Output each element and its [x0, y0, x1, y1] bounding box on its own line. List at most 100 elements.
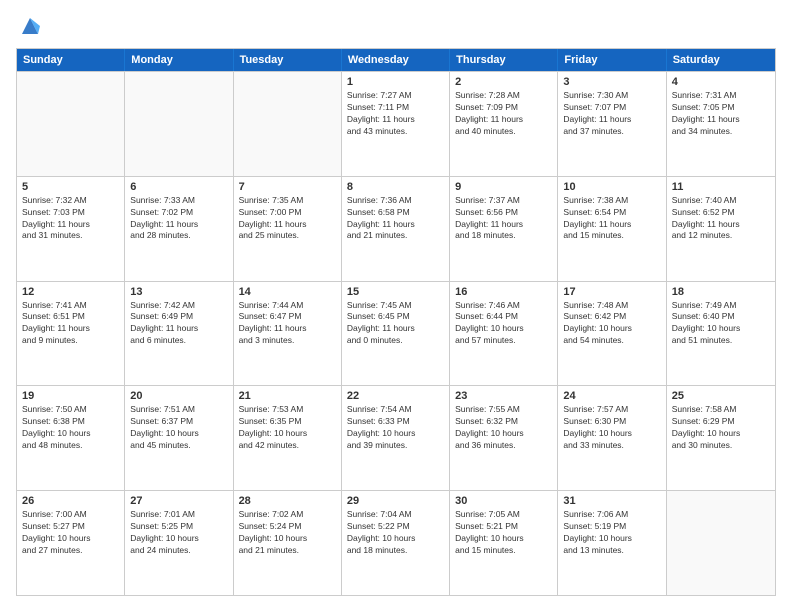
day-number: 14 [239, 286, 336, 298]
header-day-saturday: Saturday [667, 49, 775, 71]
cell-info: Sunrise: 7:50 AM Sunset: 6:38 PM Dayligh… [22, 404, 119, 452]
day-cell-3: 3 Sunrise: 7:30 AM Sunset: 7:07 PM Daylig… [558, 72, 666, 176]
empty-cell [667, 491, 775, 595]
cell-info: Sunrise: 7:58 AM Sunset: 6:29 PM Dayligh… [672, 404, 770, 452]
calendar-row-4: 19 Sunrise: 7:50 AM Sunset: 6:38 PM Dayli… [17, 385, 775, 490]
cell-info: Sunrise: 7:38 AM Sunset: 6:54 PM Dayligh… [563, 195, 660, 243]
day-cell-28: 28 Sunrise: 7:02 AM Sunset: 5:24 PM Dayli… [234, 491, 342, 595]
cell-info: Sunrise: 7:53 AM Sunset: 6:35 PM Dayligh… [239, 404, 336, 452]
day-cell-7: 7Sunrise: 7:35 AM Sunset: 7:00 PM Daylig… [234, 177, 342, 281]
day-number: 26 [22, 495, 119, 507]
day-cell-25: 25 Sunrise: 7:58 AM Sunset: 6:29 PM Dayli… [667, 386, 775, 490]
cell-info: Sunrise: 7:57 AM Sunset: 6:30 PM Dayligh… [563, 404, 660, 452]
empty-cell [17, 72, 125, 176]
calendar-row-3: 12 Sunrise: 7:41 AM Sunset: 6:51 PM Dayli… [17, 281, 775, 386]
cell-info: Sunrise: 7:37 AM Sunset: 6:56 PM Dayligh… [455, 195, 552, 243]
day-cell-27: 27 Sunrise: 7:01 AM Sunset: 5:25 PM Dayli… [125, 491, 233, 595]
day-cell-29: 29 Sunrise: 7:04 AM Sunset: 5:22 PM Dayli… [342, 491, 450, 595]
day-number: 30 [455, 495, 552, 507]
day-number: 12 [22, 286, 119, 298]
day-number: 25 [672, 390, 770, 402]
day-number: 23 [455, 390, 552, 402]
day-number: 19 [22, 390, 119, 402]
day-cell-16: 16 Sunrise: 7:46 AM Sunset: 6:44 PM Dayli… [450, 282, 558, 386]
day-cell-2: 2 Sunrise: 7:28 AM Sunset: 7:09 PM Daylig… [450, 72, 558, 176]
cell-info: Sunrise: 7:00 AM Sunset: 5:27 PM Dayligh… [22, 509, 119, 557]
day-number: 17 [563, 286, 660, 298]
day-cell-24: 24Sunrise: 7:57 AM Sunset: 6:30 PM Dayli… [558, 386, 666, 490]
day-cell-8: 8Sunrise: 7:36 AM Sunset: 6:58 PM Daylig… [342, 177, 450, 281]
day-cell-22: 22 Sunrise: 7:54 AM Sunset: 6:33 PM Dayli… [342, 386, 450, 490]
cell-info: Sunrise: 7:05 AM Sunset: 5:21 PM Dayligh… [455, 509, 552, 557]
calendar-row-1: 1 Sunrise: 7:27 AM Sunset: 7:11 PM Daylig… [17, 71, 775, 176]
day-cell-21: 21 Sunrise: 7:53 AM Sunset: 6:35 PM Dayli… [234, 386, 342, 490]
cell-info: Sunrise: 7:51 AM Sunset: 6:37 PM Dayligh… [130, 404, 227, 452]
header-day-sunday: Sunday [17, 49, 125, 71]
day-cell-1: 1 Sunrise: 7:27 AM Sunset: 7:11 PM Daylig… [342, 72, 450, 176]
day-number: 11 [672, 181, 770, 193]
day-cell-23: 23 Sunrise: 7:55 AM Sunset: 6:32 PM Dayli… [450, 386, 558, 490]
cell-info: Sunrise: 7:55 AM Sunset: 6:32 PM Dayligh… [455, 404, 552, 452]
day-cell-11: 11 Sunrise: 7:40 AM Sunset: 6:52 PM Dayli… [667, 177, 775, 281]
day-number: 10 [563, 181, 660, 193]
day-number: 8 [347, 181, 444, 193]
empty-cell [234, 72, 342, 176]
cell-info: Sunrise: 7:35 AM Sunset: 7:00 PM Dayligh… [239, 195, 336, 243]
page: SundayMondayTuesdayWednesdayThursdayFrid… [0, 0, 792, 612]
header-day-monday: Monday [125, 49, 233, 71]
cell-info: Sunrise: 7:32 AM Sunset: 7:03 PM Dayligh… [22, 195, 119, 243]
cell-info: Sunrise: 7:41 AM Sunset: 6:51 PM Dayligh… [22, 300, 119, 348]
day-cell-5: 5 Sunrise: 7:32 AM Sunset: 7:03 PM Daylig… [17, 177, 125, 281]
cell-info: Sunrise: 7:28 AM Sunset: 7:09 PM Dayligh… [455, 90, 552, 138]
day-number: 28 [239, 495, 336, 507]
day-number: 18 [672, 286, 770, 298]
cell-info: Sunrise: 7:30 AM Sunset: 7:07 PM Dayligh… [563, 90, 660, 138]
header [16, 16, 776, 38]
header-day-tuesday: Tuesday [234, 49, 342, 71]
day-number: 6 [130, 181, 227, 193]
day-number: 9 [455, 181, 552, 193]
cell-info: Sunrise: 7:45 AM Sunset: 6:45 PM Dayligh… [347, 300, 444, 348]
day-number: 3 [563, 76, 660, 88]
day-cell-18: 18Sunrise: 7:49 AM Sunset: 6:40 PM Dayli… [667, 282, 775, 386]
day-cell-26: 26 Sunrise: 7:00 AM Sunset: 5:27 PM Dayli… [17, 491, 125, 595]
day-cell-6: 6 Sunrise: 7:33 AM Sunset: 7:02 PM Daylig… [125, 177, 233, 281]
cell-info: Sunrise: 7:46 AM Sunset: 6:44 PM Dayligh… [455, 300, 552, 348]
day-number: 4 [672, 76, 770, 88]
day-number: 1 [347, 76, 444, 88]
calendar: SundayMondayTuesdayWednesdayThursdayFrid… [16, 48, 776, 596]
day-number: 21 [239, 390, 336, 402]
empty-cell [125, 72, 233, 176]
logo-icon [18, 16, 42, 38]
day-cell-14: 14Sunrise: 7:44 AM Sunset: 6:47 PM Dayli… [234, 282, 342, 386]
day-number: 2 [455, 76, 552, 88]
cell-info: Sunrise: 7:48 AM Sunset: 6:42 PM Dayligh… [563, 300, 660, 348]
day-number: 31 [563, 495, 660, 507]
day-number: 27 [130, 495, 227, 507]
day-cell-4: 4 Sunrise: 7:31 AM Sunset: 7:05 PM Daylig… [667, 72, 775, 176]
day-number: 5 [22, 181, 119, 193]
day-number: 15 [347, 286, 444, 298]
calendar-row-5: 26 Sunrise: 7:00 AM Sunset: 5:27 PM Dayli… [17, 490, 775, 595]
cell-info: Sunrise: 7:06 AM Sunset: 5:19 PM Dayligh… [563, 509, 660, 557]
cell-info: Sunrise: 7:01 AM Sunset: 5:25 PM Dayligh… [130, 509, 227, 557]
day-cell-9: 9 Sunrise: 7:37 AM Sunset: 6:56 PM Daylig… [450, 177, 558, 281]
cell-info: Sunrise: 7:40 AM Sunset: 6:52 PM Dayligh… [672, 195, 770, 243]
day-number: 13 [130, 286, 227, 298]
day-number: 16 [455, 286, 552, 298]
calendar-body: 1 Sunrise: 7:27 AM Sunset: 7:11 PM Daylig… [17, 71, 775, 595]
day-number: 29 [347, 495, 444, 507]
cell-info: Sunrise: 7:31 AM Sunset: 7:05 PM Dayligh… [672, 90, 770, 138]
cell-info: Sunrise: 7:33 AM Sunset: 7:02 PM Dayligh… [130, 195, 227, 243]
day-cell-31: 31 Sunrise: 7:06 AM Sunset: 5:19 PM Dayli… [558, 491, 666, 595]
cell-info: Sunrise: 7:04 AM Sunset: 5:22 PM Dayligh… [347, 509, 444, 557]
cell-info: Sunrise: 7:27 AM Sunset: 7:11 PM Dayligh… [347, 90, 444, 138]
day-number: 22 [347, 390, 444, 402]
cell-info: Sunrise: 7:42 AM Sunset: 6:49 PM Dayligh… [130, 300, 227, 348]
day-cell-19: 19 Sunrise: 7:50 AM Sunset: 6:38 PM Dayli… [17, 386, 125, 490]
header-day-thursday: Thursday [450, 49, 558, 71]
calendar-header: SundayMondayTuesdayWednesdayThursdayFrid… [17, 49, 775, 71]
day-cell-12: 12 Sunrise: 7:41 AM Sunset: 6:51 PM Dayli… [17, 282, 125, 386]
cell-info: Sunrise: 7:54 AM Sunset: 6:33 PM Dayligh… [347, 404, 444, 452]
cell-info: Sunrise: 7:02 AM Sunset: 5:24 PM Dayligh… [239, 509, 336, 557]
